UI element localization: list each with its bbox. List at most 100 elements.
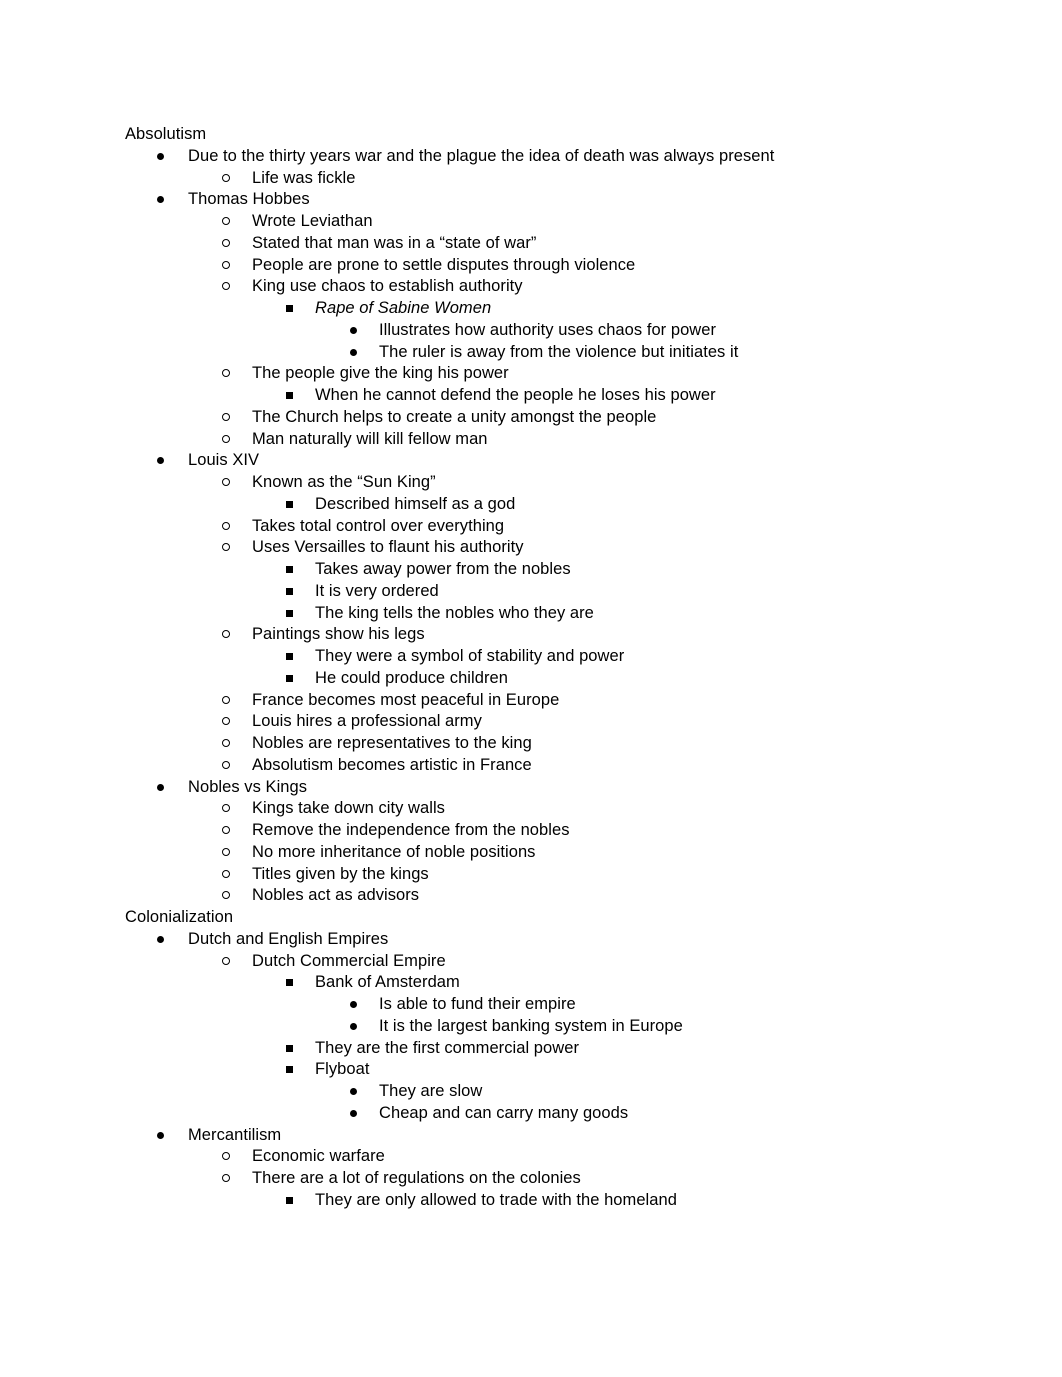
outline-item: Illustrates how authority uses chaos for… [125, 320, 925, 342]
outline-item: Nobles act as advisors [125, 885, 925, 907]
bullet-circle-icon [219, 537, 233, 559]
outline-item: When he cannot defend the people he lose… [125, 385, 925, 407]
bullet-circle-icon [219, 429, 233, 451]
outline-item-text: Uses Versailles to flaunt his authority [252, 538, 524, 557]
outline-item-text: The ruler is away from the violence but … [379, 342, 739, 361]
outline-item-text: It is the largest banking system in Euro… [379, 1016, 683, 1035]
bullet-disc-icon [346, 1081, 360, 1103]
outline-item-text: Bank of Amsterdam [315, 973, 460, 992]
outline-item-text: Known as the “Sun King” [252, 473, 436, 491]
outline-item: Due to the thirty years war and the plag… [125, 146, 925, 168]
outline-item: Known as the “Sun King” [125, 472, 925, 494]
outline-item: They are only allowed to trade with the … [125, 1190, 925, 1212]
bullet-circle-icon [219, 690, 233, 712]
outline-item: He could produce children [125, 668, 925, 690]
outline-item-text: The people give the king his power [252, 364, 509, 383]
outline-item: The people give the king his power [125, 363, 925, 385]
outline-item-text: Absolutism [125, 125, 207, 143]
outline-item: Louis XIV [125, 450, 925, 472]
outline-item-text: Nobles act as advisors [252, 886, 420, 905]
outline-item-text: The Church helps to create a unity among… [252, 407, 657, 426]
bullet-disc-icon [153, 1125, 167, 1147]
bullet-circle-icon [219, 211, 233, 233]
bullet-circle-icon [219, 168, 233, 190]
outline-item: It is the largest banking system in Euro… [125, 1016, 925, 1038]
outline-item-text: Kings take down city walls [252, 799, 445, 818]
bullet-circle-icon [219, 233, 233, 255]
bullet-square-icon [282, 668, 296, 690]
bullet-square-icon [282, 646, 296, 668]
outline-item: Louis hires a professional army [125, 711, 925, 733]
outline-item: They are the first commercial power [125, 1038, 925, 1060]
outline-item-text: Louis XIV [188, 451, 260, 470]
outline-item-text: Due to the thirty years war and the plag… [188, 146, 775, 165]
outline-item: They were a symbol of stability and powe… [125, 646, 925, 668]
bullet-circle-icon [219, 1168, 233, 1190]
outline-item-text: It is very ordered [315, 581, 439, 600]
bullet-square-icon [282, 603, 296, 625]
outline-item-text: Stated that man was in a “state of war” [252, 233, 537, 252]
outline-item: No more inheritance of noble positions [125, 842, 925, 864]
bullet-circle-icon [219, 864, 233, 886]
bullet-disc-icon [153, 450, 167, 472]
outline-item-text: No more inheritance of noble positions [252, 842, 536, 861]
outline-item: Takes total control over everything [125, 516, 925, 538]
outline-item-text: There are a lot of regulations on the co… [252, 1169, 581, 1187]
outline-item: Paintings show his legs [125, 624, 925, 646]
outline-item-text: They are slow [379, 1082, 483, 1100]
outline-item: Described himself as a god [125, 494, 925, 516]
outline-item-text: France becomes most peaceful in Europe [252, 690, 560, 709]
outline-item-text: Flyboat [315, 1060, 370, 1079]
bullet-circle-icon [219, 798, 233, 820]
document-page: Absolutism Due to the thirty years war an… [0, 0, 1062, 1377]
outline-item-text: Man naturally will kill fellow man [252, 429, 488, 448]
outline-item: Absolutism becomes artistic in France [125, 755, 925, 777]
outline-item-text: Illustrates how authority uses chaos for… [379, 320, 717, 339]
bullet-square-icon [282, 1038, 296, 1060]
outline-item: Uses Versailles to flaunt his authority [125, 537, 925, 559]
outline-item-text: Nobles are representatives to the king [252, 734, 532, 752]
outline-item: There are a lot of regulations on the co… [125, 1168, 925, 1190]
bullet-disc-icon [346, 1103, 360, 1125]
outline-item: Kings take down city walls [125, 798, 925, 820]
outline-item-text: Paintings show his legs [252, 625, 425, 644]
bullet-square-icon [282, 494, 296, 516]
bullet-circle-icon [219, 472, 233, 494]
outline-item-text: Titles given by the kings [252, 864, 429, 883]
bullet-circle-icon [219, 276, 233, 298]
outline-list: Absolutism Due to the thirty years war an… [125, 124, 925, 1212]
outline-item: The ruler is away from the violence but … [125, 342, 925, 364]
bullet-disc-icon [153, 777, 167, 799]
bullet-circle-icon [219, 363, 233, 385]
outline-item-text: Dutch Commercial Empire [252, 951, 446, 970]
outline-item: Stated that man was in a “state of war” [125, 233, 925, 255]
bullet-circle-icon [219, 1146, 233, 1168]
outline-item-text: Cheap and can carry many goods [379, 1103, 629, 1122]
outline-item: Dutch and English Empires [125, 929, 925, 951]
outline-item-text: Mercantilism [188, 1125, 282, 1144]
bullet-disc-icon [346, 994, 360, 1016]
bullet-square-icon [282, 385, 296, 407]
outline-item-text: People are prone to settle disputes thro… [252, 255, 636, 274]
bullet-circle-icon [219, 407, 233, 429]
outline-item-text: Wrote Leviathan [252, 212, 373, 230]
outline-item-text: Louis hires a professional army [252, 712, 482, 731]
bullet-disc-icon [346, 1016, 360, 1038]
outline-item: Is able to fund their empire [125, 994, 925, 1016]
outline-item-text: Thomas Hobbes [188, 190, 310, 209]
outline-item: King use chaos to establish authority [125, 276, 925, 298]
outline-item-text: He could produce children [315, 668, 508, 687]
outline-item-text: Nobles vs Kings [188, 777, 308, 796]
bullet-disc-icon [346, 342, 360, 364]
bullet-circle-icon [219, 820, 233, 842]
bullet-disc-icon [153, 146, 167, 168]
outline-item-text: Takes total control over everything [252, 516, 505, 535]
outline-heading: Colonialization [125, 907, 925, 929]
outline-item-text: The king tells the nobles who they are [315, 603, 594, 622]
bullet-circle-icon [219, 516, 233, 538]
outline-heading: Absolutism [125, 124, 925, 146]
bullet-square-icon [282, 972, 296, 994]
bullet-disc-icon [153, 189, 167, 211]
outline-item: It is very ordered [125, 581, 925, 603]
outline-item-text: King use chaos to establish authority [252, 277, 523, 296]
